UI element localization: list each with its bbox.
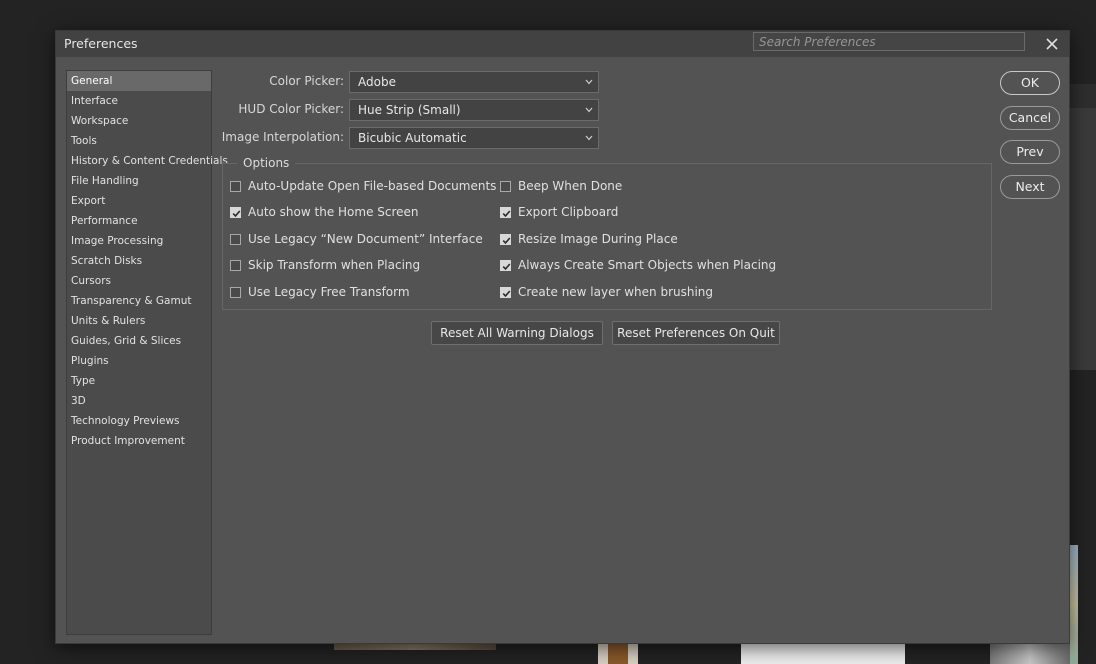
image-interpolation-label: Image Interpolation: <box>221 130 344 144</box>
sidebar-item-workspace[interactable]: Workspace <box>67 111 211 131</box>
checkbox-checked[interactable] <box>230 206 241 218</box>
checkbox-checked[interactable] <box>500 286 511 298</box>
image-interpolation-select[interactable]: Bicubic Automatic <box>349 127 599 149</box>
background-panel <box>1070 108 1096 370</box>
option-resize-image-during-place[interactable]: Resize Image During Place <box>500 231 678 247</box>
image-interpolation-value: Bicubic Automatic <box>358 131 467 145</box>
checkbox-checked[interactable] <box>500 259 511 271</box>
color-picker-value: Adobe <box>358 75 396 89</box>
chevron-down-icon <box>585 135 593 141</box>
prev-button[interactable]: Prev <box>1000 140 1060 164</box>
background-panel <box>1070 84 1096 108</box>
sidebar-item-file-handling[interactable]: File Handling <box>67 171 211 191</box>
checkmark-icon <box>502 289 511 297</box>
sidebar-item-interface[interactable]: Interface <box>67 91 211 111</box>
chevron-down-icon <box>585 107 593 113</box>
sidebar-item-cursors[interactable]: Cursors <box>67 271 211 291</box>
checkmark-icon <box>502 209 511 217</box>
dialog-title: Preferences <box>64 36 138 51</box>
close-icon[interactable] <box>1043 35 1061 53</box>
hud-color-picker-select[interactable]: Hue Strip (Small) <box>349 99 599 121</box>
option-legacy-new-document[interactable]: Use Legacy “New Document” Interface <box>230 231 483 247</box>
checkbox-unchecked[interactable] <box>230 233 241 245</box>
sidebar-item-general[interactable]: General <box>67 71 211 91</box>
sidebar-item-image-processing[interactable]: Image Processing <box>67 231 211 251</box>
chevron-down-icon <box>585 79 593 85</box>
sidebar-item-history-content-credentials[interactable]: History & Content Credentials <box>67 151 228 171</box>
sidebar-item-tools[interactable]: Tools <box>67 131 211 151</box>
sidebar-item-export[interactable]: Export <box>67 191 211 211</box>
sidebar-item-units-rulers[interactable]: Units & Rulers <box>67 311 211 331</box>
preferences-sidebar: General Interface Workspace Tools Histor… <box>66 70 228 635</box>
sidebar-item-3d[interactable]: 3D <box>67 391 211 411</box>
options-legend: Options <box>237 156 296 170</box>
sidebar-item-performance[interactable]: Performance <box>67 211 211 231</box>
ok-button[interactable]: OK <box>1000 71 1060 95</box>
background-thumbnail <box>334 644 496 650</box>
option-create-new-layer-brushing[interactable]: Create new layer when brushing <box>500 284 713 300</box>
option-skip-transform-placing[interactable]: Skip Transform when Placing <box>230 257 420 273</box>
sidebar-item-product-improvement[interactable]: Product Improvement <box>67 431 211 451</box>
option-legacy-free-transform[interactable]: Use Legacy Free Transform <box>230 284 410 300</box>
sidebar-item-technology-previews[interactable]: Technology Previews <box>67 411 211 431</box>
checkbox-unchecked[interactable] <box>500 180 511 192</box>
checkbox-unchecked[interactable] <box>230 286 241 298</box>
option-beep-when-done[interactable]: Beep When Done <box>500 178 622 194</box>
checkmark-icon <box>502 236 511 244</box>
background-thumbnail <box>608 644 628 664</box>
cancel-button[interactable]: Cancel <box>1000 106 1060 130</box>
option-always-create-smart-objects[interactable]: Always Create Smart Objects when Placing <box>500 257 776 273</box>
checkmark-icon <box>502 262 511 270</box>
option-export-clipboard[interactable]: Export Clipboard <box>500 204 618 220</box>
sidebar-item-transparency-gamut[interactable]: Transparency & Gamut <box>67 291 211 311</box>
dialog-titlebar: Preferences <box>56 31 1069 57</box>
checkbox-checked[interactable] <box>500 206 511 218</box>
reset-warning-dialogs-button[interactable]: Reset All Warning Dialogs <box>431 321 603 345</box>
color-picker-label: Color Picker: <box>269 74 344 88</box>
background-thumbnail <box>741 644 905 664</box>
option-auto-update-documents[interactable]: Auto-Update Open File-based Documents <box>230 178 496 194</box>
option-auto-show-home-screen[interactable]: Auto show the Home Screen <box>230 204 419 220</box>
sidebar-item-scratch-disks[interactable]: Scratch Disks <box>67 251 211 271</box>
hud-color-picker-label: HUD Color Picker: <box>238 102 344 116</box>
checkbox-unchecked[interactable] <box>230 259 241 271</box>
hud-color-picker-value: Hue Strip (Small) <box>358 103 461 117</box>
sidebar-item-type[interactable]: Type <box>67 371 211 391</box>
color-picker-select[interactable]: Adobe <box>349 71 599 93</box>
checkbox-checked[interactable] <box>500 233 511 245</box>
preferences-dialog: Preferences General Interface Workspace … <box>55 30 1070 644</box>
next-button[interactable]: Next <box>1000 175 1060 199</box>
checkmark-icon <box>232 209 241 217</box>
background-thumbnail <box>990 644 1070 664</box>
search-preferences-input[interactable] <box>753 32 1025 51</box>
background-thumbnail <box>1070 545 1078 664</box>
checkbox-unchecked[interactable] <box>230 180 241 192</box>
reset-preferences-on-quit-button[interactable]: Reset Preferences On Quit <box>612 321 780 345</box>
sidebar-item-guides-grid-slices[interactable]: Guides, Grid & Slices <box>67 331 211 351</box>
sidebar-item-plugins[interactable]: Plugins <box>67 351 211 371</box>
